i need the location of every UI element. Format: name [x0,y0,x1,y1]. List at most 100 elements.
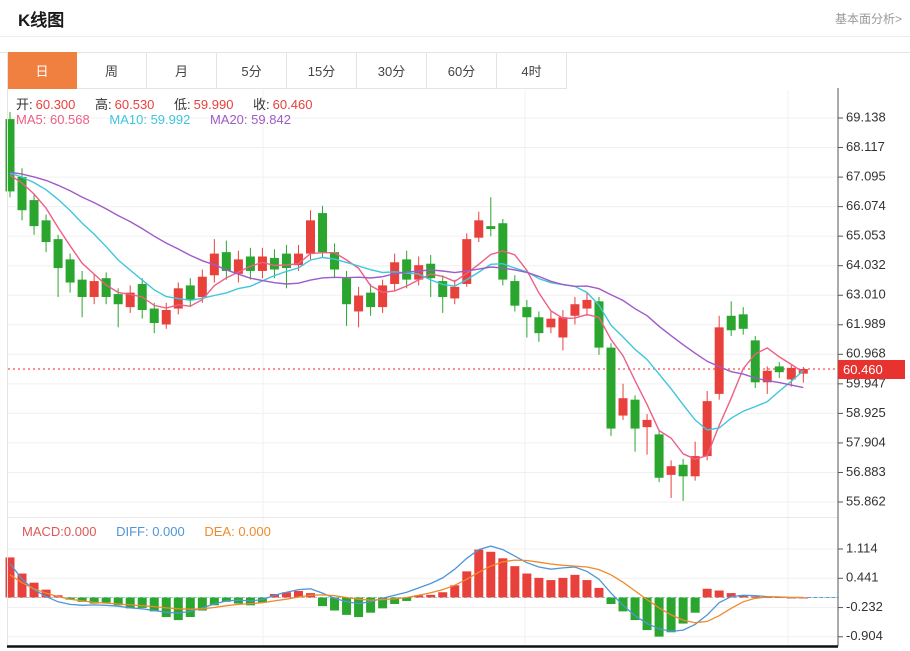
candle-body [186,285,195,299]
macd-bar [522,574,531,598]
candle-body [570,304,579,316]
candle-body [486,226,495,229]
close-value: 60.460 [273,97,313,112]
candle-body [318,213,327,252]
macd-bar [570,575,579,598]
candle-body [66,259,75,282]
candle-body [631,400,640,429]
candle-body [715,327,724,394]
candle-body [30,200,39,226]
candle-body [582,300,591,309]
macd-bar [354,597,363,617]
candle-body [679,465,688,477]
axis-tick-label: 66.074 [846,198,886,213]
macd-bar [126,597,135,608]
candle-body [655,434,664,477]
axis-tick-label: 0.441 [846,570,879,585]
macd-bar [546,580,555,597]
ma10-label: MA10: [109,112,147,127]
open-value: 60.300 [36,97,76,112]
candle-body [522,307,531,317]
candle-body [366,293,375,307]
candle-body [474,220,483,237]
macd-bar [438,592,447,597]
candle-body [354,296,363,312]
close-label: 收: [253,97,270,112]
macd-bar [534,578,543,598]
macd-bar [715,591,724,598]
ma10-value: 59.992 [151,112,191,127]
axis-tick-label: -0.232 [846,599,883,614]
ma5-value: 60.568 [50,112,90,127]
macd-bar [498,558,507,597]
candle-body [150,309,159,323]
axis-tick-label: 60.968 [846,346,886,361]
macd-bar [558,578,567,598]
candle-body [607,348,616,429]
candle-body [667,466,676,475]
axis-tick-label: 61.989 [846,316,886,331]
macd-bar [150,597,159,611]
axis-tick-label: 63.010 [846,287,886,302]
macd-readout: MACD:0.000 DIFF: 0.000 DEA: 0.000 [22,524,287,539]
axis-tick-label: -0.904 [846,628,883,643]
diff-label: DIFF: [116,524,149,539]
macd-bar [655,597,664,636]
reference-lines [8,369,838,597]
candle-body [739,314,748,328]
diff-value: 0.000 [152,524,185,539]
axis-tick-label: 57.904 [846,434,886,449]
macd-bar [631,597,640,620]
candle-body [619,398,628,415]
low-label: 低: [174,97,191,112]
candle-body [42,220,51,242]
candle-body [270,258,279,270]
candle-body [342,278,351,304]
candle-body [90,281,99,297]
macd-bar [607,597,616,604]
candle-body [643,420,652,427]
macd-bar [450,585,459,597]
candle-body [510,281,519,306]
macd-bar [510,566,519,597]
macd-bar [18,574,27,598]
open-label: 开: [16,97,33,112]
ma-lines [10,172,803,459]
candle-body [450,287,459,299]
axis-tick-label: 68.117 [846,139,885,154]
macd-bar [582,580,591,597]
axis-tick-label: 69.138 [846,109,886,124]
axis-tick-label: 55.862 [846,493,886,508]
ma-readout: MA5: 60.568 MA10: 59.992 MA20: 59.842 [16,112,307,127]
candle-body [54,239,63,268]
candle-body [306,220,315,253]
candle-body [402,259,411,279]
macd-bar [342,597,351,614]
macd-bar [186,597,195,617]
ma20-label: MA20: [210,112,248,127]
macd-bar [486,552,495,598]
candle-body [751,340,760,382]
candle-body [546,319,555,328]
macd-bar [426,595,435,598]
candle-body [775,366,784,372]
dea-label: DEA: [204,524,234,539]
candle-body [534,317,543,333]
dea-value: 0.000 [238,524,271,539]
candle-body [378,285,387,307]
candle-body [414,265,423,279]
ma20-value: 59.842 [251,112,291,127]
axis-tick-label: 58.925 [846,405,886,420]
axis-tick-label: 64.032 [846,257,886,272]
low-value: 59.990 [194,97,234,112]
candle-body [558,317,567,337]
macd-plot[interactable] [6,546,837,637]
ohlc-readout: 开:60.300 高:60.530 低:59.990 收:60.460 [16,94,328,113]
candle-body [282,254,291,268]
candle-body [114,294,123,304]
ma5-line [10,175,803,459]
axis-tick-label: 56.883 [846,464,886,479]
macd-bar [318,597,327,606]
macd-bar [102,597,111,602]
candle-body [246,256,255,270]
